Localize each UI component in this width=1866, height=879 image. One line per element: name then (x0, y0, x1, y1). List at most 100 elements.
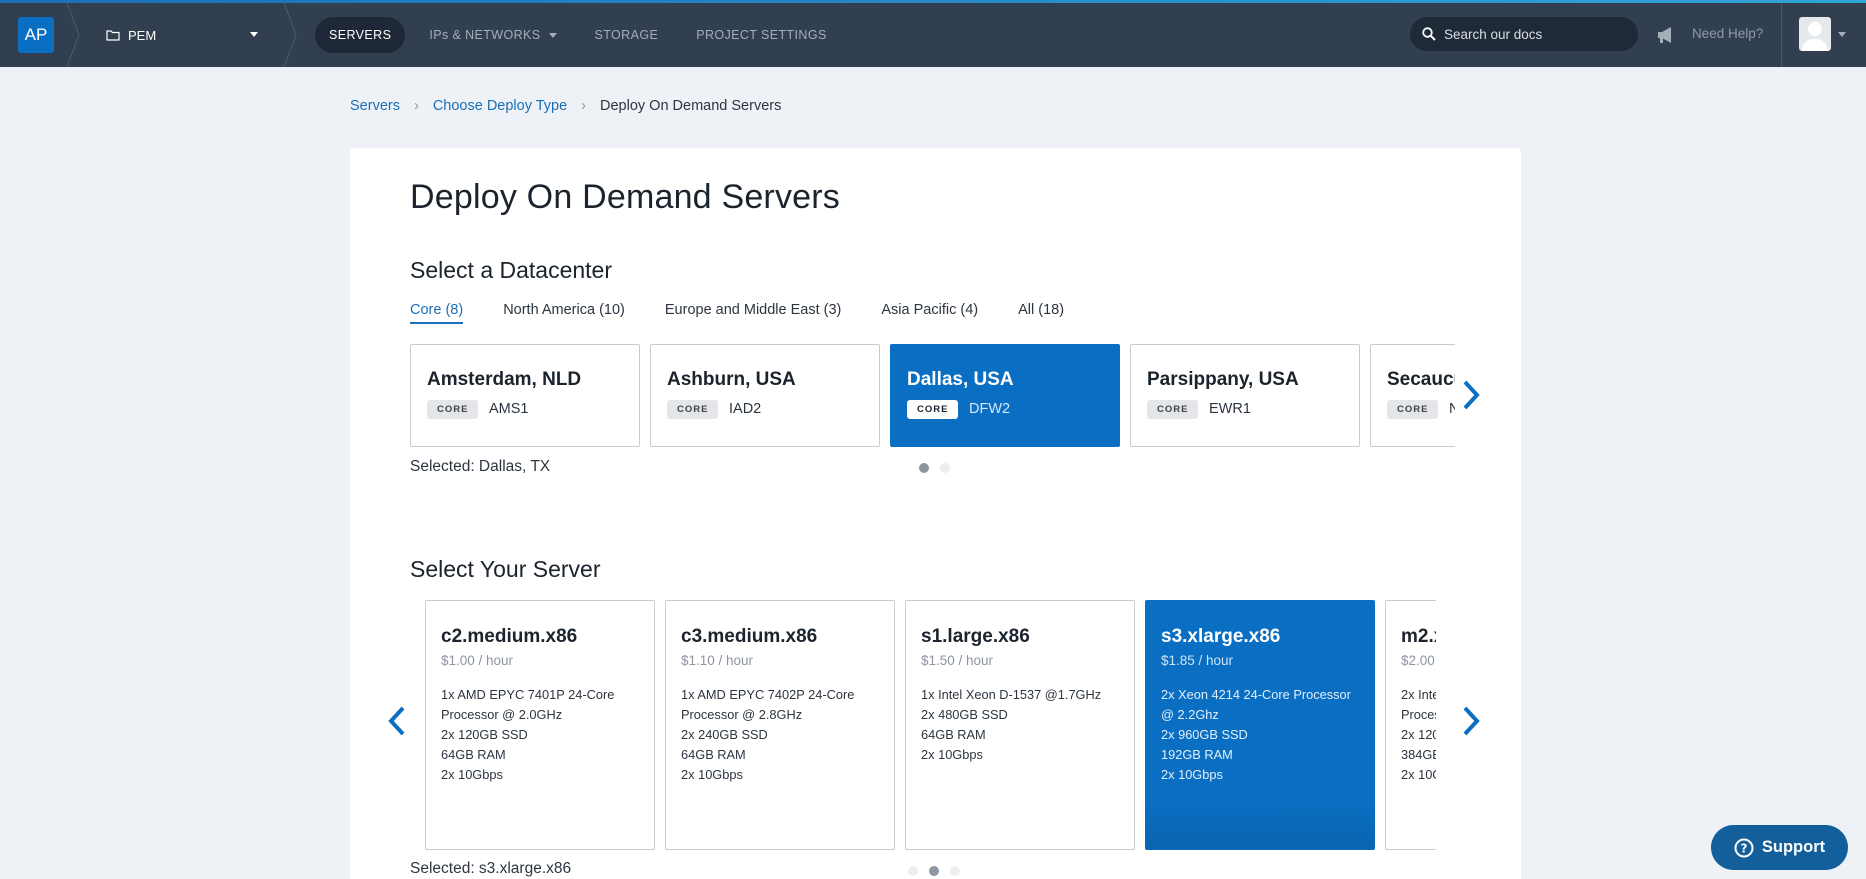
server-price: $1.85 / hour (1161, 653, 1234, 668)
server-name: s3.xlarge.x86 (1161, 626, 1281, 647)
spec-storage: 2x 120GB SSD (441, 727, 528, 742)
datacenter-card[interactable]: Parsippany, USA CORE EWR1 (1130, 344, 1360, 447)
support-button[interactable]: ? Support (1711, 825, 1848, 870)
datacenter-name: Ashburn, USA (667, 369, 796, 390)
spec-storage: 2x 120GB SSD (1401, 727, 1436, 742)
project-selector[interactable]: PEM (106, 3, 266, 67)
tab-north-america[interactable]: North America (10) (503, 302, 625, 324)
datacenter-card[interactable]: Ashburn, USA CORE IAD2 (650, 344, 880, 447)
server-card[interactable]: m2.xlarge.x86 $2.00 / hour 2x Intel Xeon… (1385, 600, 1436, 850)
server-carousel: c2.medium.x86 $1.00 / hour 1x AMD EPYC 7… (425, 600, 1436, 852)
server-specs: 2x Xeon 4214 24-Core Processor @ 2.2Ghz … (1161, 685, 1366, 785)
server-price: $2.00 / hour (1401, 653, 1436, 668)
datacenter-heading: Select a Datacenter (410, 257, 613, 283)
breadcrumb-chevron-icon (66, 3, 80, 67)
help-circle-icon: ? (1734, 838, 1754, 857)
server-name: c3.medium.x86 (681, 626, 818, 647)
support-label: Support (1761, 838, 1826, 856)
top-navigation-bar: AP PEM SERVERS IPs & NETWORKS STORAGE PR… (0, 3, 1866, 67)
carousel-dot[interactable] (919, 463, 929, 473)
tab-asia-pacific[interactable]: Asia Pacific (4) (881, 302, 978, 324)
chevron-right-icon[interactable] (1462, 379, 1480, 411)
chevron-down-icon[interactable] (1838, 32, 1846, 37)
spec-cpu: 1x Intel Xeon D-1537 @1.7GHz (921, 687, 1102, 702)
server-price: $1.10 / hour (681, 653, 754, 668)
deploy-panel: Deploy On Demand Servers Select a Datace… (350, 148, 1521, 879)
spec-network: 2x 10Gbps (1161, 767, 1223, 782)
carousel-dot[interactable] (929, 866, 939, 876)
spec-ram: 64GB RAM (921, 727, 986, 742)
datacenter-code: AMS1 (489, 401, 529, 417)
datacenter-card[interactable]: Secaucus, USA CORE NY (1370, 344, 1455, 447)
spec-ram: 384GB RAM (1401, 747, 1436, 762)
datacenter-name: Parsippany, USA (1147, 369, 1299, 390)
spec-network: 2x 10Gbps (921, 747, 983, 762)
core-badge: CORE (1147, 400, 1199, 419)
breadcrumb-current: Deploy On Demand Servers (600, 98, 782, 114)
carousel-dot[interactable] (950, 866, 960, 876)
divider (1781, 3, 1782, 67)
chevron-down-icon (548, 32, 557, 38)
nav-project-settings[interactable]: PROJECT SETTINGS (682, 17, 841, 53)
spec-cpu: 1x AMD EPYC 7402P 24-Core Processor @ 2.… (681, 687, 855, 722)
core-badge: CORE (1387, 400, 1439, 419)
nav-servers[interactable]: SERVERS (315, 17, 406, 53)
tab-core[interactable]: Core (8) (410, 302, 464, 324)
tab-all[interactable]: All (18) (1018, 302, 1064, 324)
svg-text:?: ? (1740, 841, 1747, 855)
datacenter-region-tabs: Core (8) North America (10) Europe and M… (410, 302, 1104, 324)
server-specs: 1x AMD EPYC 7401P 24-Core Processor @ 2.… (441, 685, 646, 785)
core-badge: CORE (907, 400, 959, 419)
chevron-right-icon: › (581, 98, 587, 114)
breadcrumb-chevron-icon (283, 3, 297, 67)
chevron-down-icon (250, 32, 258, 37)
carousel-dot[interactable] (908, 866, 918, 876)
datacenter-name: Secaucus, USA (1387, 369, 1455, 390)
nav-ips-networks[interactable]: IPs & NETWORKS (415, 17, 570, 53)
chevron-right-icon[interactable] (1462, 705, 1480, 737)
datacenter-code: IAD2 (729, 401, 762, 417)
nav-ips-networks-label: IPs & NETWORKS (429, 28, 541, 42)
datacenter-name: Amsterdam, NLD (427, 369, 582, 390)
spec-ram: 64GB RAM (441, 747, 506, 762)
spec-storage: 2x 480GB SSD (921, 707, 1008, 722)
main-nav: SERVERS IPs & NETWORKS STORAGE PROJECT S… (315, 17, 851, 53)
need-help-link[interactable]: Need Help? (1692, 26, 1763, 41)
core-badge: CORE (427, 400, 479, 419)
folder-icon (106, 30, 120, 41)
megaphone-icon[interactable] (1656, 26, 1676, 44)
carousel-dot[interactable] (940, 463, 950, 473)
server-specs: 2x Intel Xeon Gold 5120 28-Core Processo… (1401, 685, 1436, 785)
datacenter-card-selected[interactable]: Dallas, USA CORE DFW2 (890, 344, 1120, 447)
datacenter-card[interactable]: Amsterdam, NLD CORE AMS1 (410, 344, 640, 447)
selected-server-text: Selected: s3.xlarge.x86 (410, 860, 572, 877)
project-name: PEM (128, 27, 157, 43)
docs-search-input[interactable]: Search our docs (1410, 17, 1638, 51)
server-name: c2.medium.x86 (441, 626, 578, 647)
spec-network: 2x 10Gbps (441, 767, 503, 782)
server-price: $1.00 / hour (441, 653, 514, 668)
search-icon (1422, 27, 1436, 41)
breadcrumb-servers[interactable]: Servers (350, 98, 400, 114)
core-badge: CORE (667, 400, 719, 419)
server-card[interactable]: s1.large.x86 $1.50 / hour 1x Intel Xeon … (905, 600, 1135, 850)
chevron-left-icon[interactable] (388, 705, 406, 737)
datacenter-name: Dallas, USA (907, 369, 1014, 390)
user-icon (1802, 22, 1828, 51)
user-avatar[interactable] (1799, 17, 1831, 51)
server-carousel-dots (908, 866, 971, 876)
server-card[interactable]: c3.medium.x86 $1.10 / hour 1x AMD EPYC 7… (665, 600, 895, 850)
page-title: Deploy On Demand Servers (410, 178, 840, 216)
server-specs: 1x Intel Xeon D-1537 @1.7GHz 2x 480GB SS… (921, 685, 1126, 765)
breadcrumb-choose-deploy-type[interactable]: Choose Deploy Type (433, 98, 567, 114)
server-heading: Select Your Server (410, 556, 601, 582)
selected-datacenter-text: Selected: Dallas, TX (410, 458, 551, 475)
search-placeholder: Search our docs (1444, 26, 1543, 42)
server-card-selected[interactable]: s3.xlarge.x86 $1.85 / hour 2x Xeon 4214 … (1145, 600, 1375, 850)
server-name: m2.xlarge.x86 (1401, 626, 1436, 647)
nav-storage[interactable]: STORAGE (581, 17, 673, 53)
server-card[interactable]: c2.medium.x86 $1.00 / hour 1x AMD EPYC 7… (425, 600, 655, 850)
spec-cpu: 2x Xeon 4214 24-Core Processor @ 2.2Ghz (1161, 687, 1351, 722)
account-logo[interactable]: AP (18, 17, 54, 53)
tab-europe-middle-east[interactable]: Europe and Middle East (3) (665, 302, 842, 324)
